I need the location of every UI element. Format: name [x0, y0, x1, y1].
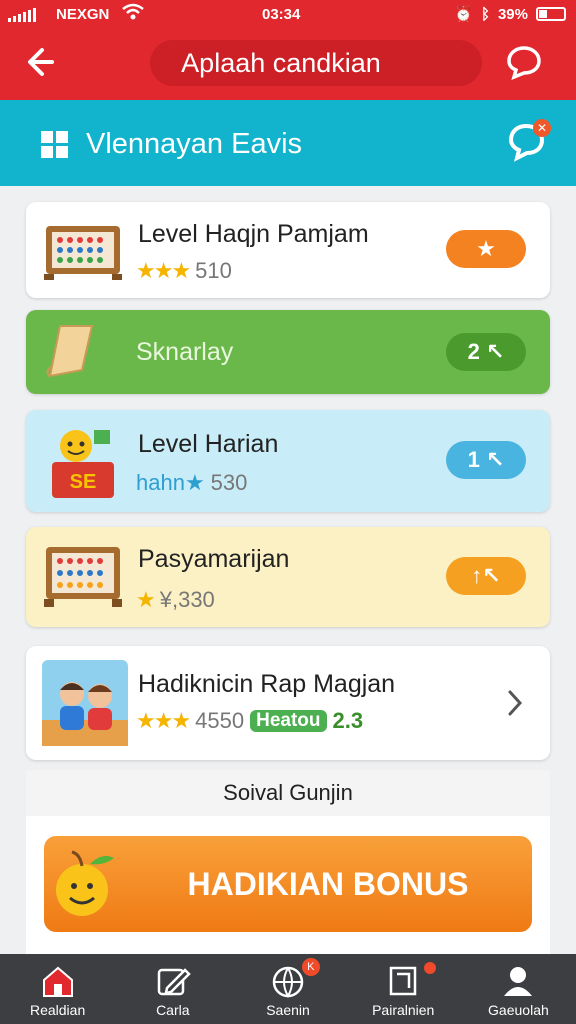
- section-subtitle: Soival Gunjin: [26, 770, 550, 816]
- card-value: 510: [195, 258, 232, 283]
- user-icon: [500, 964, 536, 998]
- list-item[interactable]: Level Haqjn Pamjam ★★★ 510 ★: [26, 202, 550, 298]
- card-title: Hadiknicin Rap Magjan: [138, 670, 396, 698]
- nav-label: Carla: [156, 1002, 190, 1018]
- nav-item-home[interactable]: Realdian: [0, 954, 115, 1024]
- card-title: Pasyamarijan: [138, 545, 290, 573]
- tag-badge: Heatou: [250, 710, 327, 732]
- emoji-box-icon: SE: [42, 424, 126, 507]
- list-item[interactable]: Hadiknicin Rap Magjan ★★★ 4550 Heatou 2.…: [26, 646, 550, 760]
- nav-label: Pairalnien: [372, 1002, 435, 1018]
- page-title: Aplaah candkian: [181, 48, 381, 78]
- star-button[interactable]: ★: [446, 230, 526, 268]
- card-value: 4550: [195, 708, 245, 733]
- nav-item-window[interactable]: Pairalnien: [346, 954, 461, 1024]
- home-icon: [40, 964, 76, 998]
- card-value: 530: [210, 470, 248, 495]
- svg-text:SE: SE: [70, 471, 97, 493]
- rating-label: hahn★: [136, 470, 205, 495]
- card-title: Level Harian: [138, 430, 279, 458]
- battery-percent: 39%: [497, 5, 528, 23]
- abacus-icon: [42, 543, 124, 614]
- status-bar: NEXGN 03:34 ⏰ ᛒ 39%: [0, 0, 576, 30]
- grid-icon: [40, 130, 70, 160]
- status-time: 03:34: [262, 6, 301, 23]
- nav-label: Gaeuolah: [488, 1002, 549, 1018]
- count-button[interactable]: 2 ↖: [446, 333, 526, 371]
- nav-label: Realdian: [29, 1002, 86, 1018]
- tag-value: 2.3: [332, 708, 364, 733]
- section-header: Vlennayan Eavis: [0, 100, 576, 186]
- carrier-label: NEXGN: [56, 6, 110, 23]
- nav-item-globe[interactable]: K Saenin: [230, 954, 345, 1024]
- smiley-fruit-icon: [50, 848, 120, 927]
- list-item[interactable]: SE Level Harian hahn★ 530 1 ↖: [26, 410, 550, 512]
- app-header: NEXGN 03:34 ⏰ ᛒ 39% Aplaah candkian: [0, 0, 576, 100]
- signal-icon: [8, 8, 36, 22]
- kids-thumbnail: [42, 660, 128, 751]
- rating-stars: ★★★: [136, 258, 191, 283]
- chat-badge-icon[interactable]: ✕: [506, 118, 554, 171]
- alarm-icon: ⏰: [454, 6, 473, 23]
- globe-icon: [270, 964, 306, 999]
- chevron-right-icon[interactable]: [506, 688, 524, 723]
- nav-item-edit[interactable]: Carla: [115, 954, 230, 1024]
- battery-icon: [536, 7, 566, 21]
- card-title: Sknarlay: [136, 338, 234, 366]
- svg-text:✕: ✕: [537, 121, 547, 135]
- card-title: Level Haqjn Pamjam: [138, 220, 369, 248]
- card-value: ¥,330: [159, 587, 215, 612]
- notification-dot: [423, 962, 436, 974]
- abacus-icon: [42, 220, 124, 287]
- edit-icon: [155, 964, 191, 998]
- scroll-icon: [42, 320, 112, 387]
- action-button[interactable]: ↑↖: [446, 557, 526, 595]
- bluetooth-icon: ᛒ: [480, 5, 490, 23]
- bottom-nav: Realdian Carla K Saenin Pairalnien Gaeuo…: [0, 954, 576, 1024]
- rating-stars: ★: [136, 587, 156, 612]
- back-arrow-icon[interactable]: [24, 42, 64, 82]
- rating-stars: ★★★: [136, 708, 191, 733]
- wifi-icon: [122, 3, 144, 26]
- notification-badge: K: [301, 958, 320, 976]
- chat-bubble-icon[interactable]: [504, 42, 544, 82]
- count-button[interactable]: 1 ↖: [446, 441, 526, 479]
- list-item[interactable]: Sknarlay 2 ↖: [26, 310, 550, 394]
- list-item[interactable]: Pasyamarijan ★ ¥,330 ↑↖: [26, 527, 550, 627]
- window-icon: [385, 964, 421, 998]
- section-title: Vlennayan Eavis: [86, 128, 303, 160]
- nav-item-profile[interactable]: Gaeuolah: [461, 954, 576, 1024]
- nav-label: Saenin: [266, 1002, 310, 1018]
